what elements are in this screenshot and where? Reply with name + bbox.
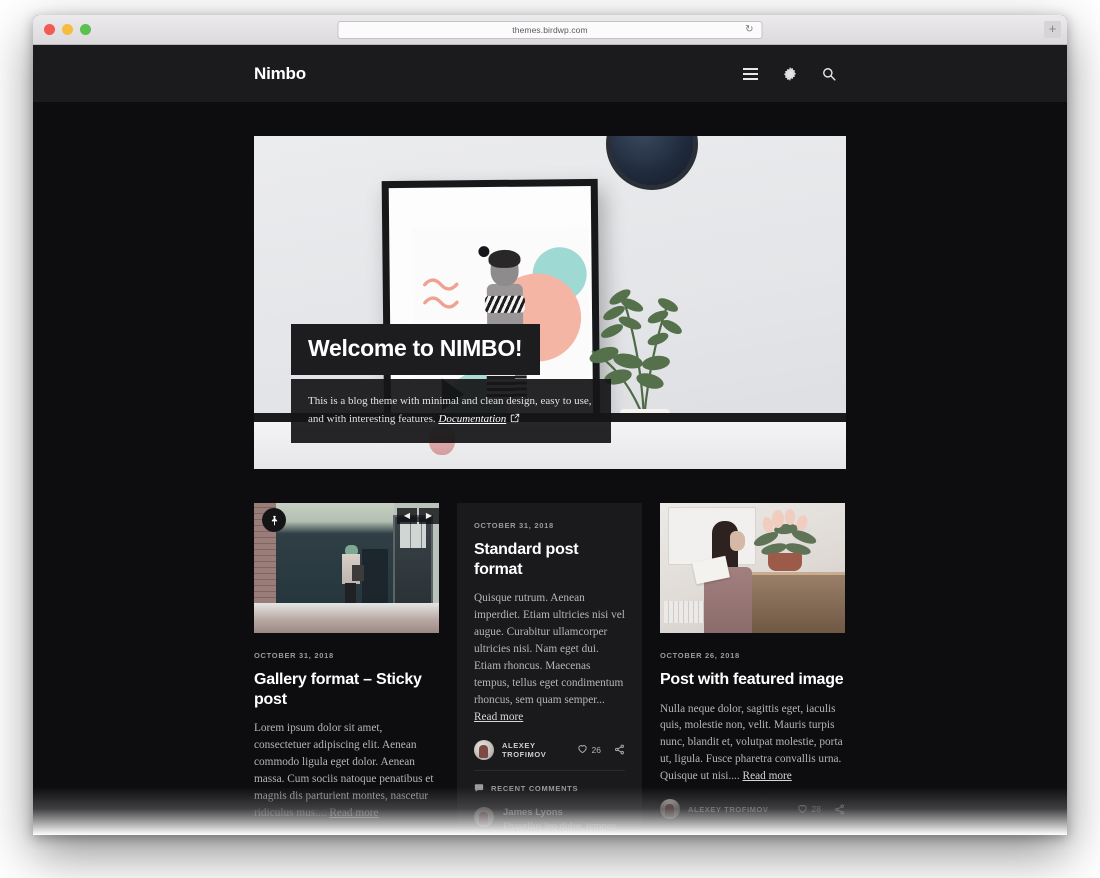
post-thumbnail[interactable]: ◀ ▶ bbox=[254, 503, 439, 633]
like-button[interactable]: 26 bbox=[577, 743, 601, 756]
featured-photo bbox=[660, 503, 845, 633]
post-meta: ALEXEY TROFIMOV 28 bbox=[660, 799, 845, 823]
recent-comments-section: RECENT COMMENTS James Lyons Phasellus le… bbox=[474, 769, 625, 835]
post-excerpt: Quisque rutrum. Aenean imperdiet. Etiam … bbox=[474, 590, 625, 726]
pushpin-icon bbox=[262, 508, 286, 532]
avatar bbox=[474, 806, 494, 827]
gear-icon[interactable] bbox=[783, 66, 797, 81]
heart-icon bbox=[577, 743, 588, 756]
comment-text: Phasellus leo dolor, tempus non, auctor … bbox=[503, 820, 616, 832]
post-card-gallery: ◀ ▶ OCTOBER 31, 2018 Gallery format – St… bbox=[254, 503, 439, 835]
post-date: OCTOBER 31, 2018 bbox=[474, 521, 554, 530]
page-viewport: Nimbo Welcome to NIMBO! This is a blog t… bbox=[33, 45, 1067, 835]
hero-description: This is a blog theme with minimal and cl… bbox=[291, 379, 611, 444]
close-window-button[interactable] bbox=[44, 24, 55, 35]
post-thumbnail[interactable] bbox=[660, 503, 845, 633]
read-more-link[interactable]: Read more bbox=[474, 711, 523, 723]
search-icon[interactable] bbox=[822, 67, 836, 81]
page-content: Welcome to NIMBO! This is a blog theme w… bbox=[33, 102, 1067, 835]
minimize-window-button[interactable] bbox=[62, 24, 73, 35]
hero-title: Welcome to NIMBO! bbox=[291, 324, 541, 375]
read-more-link[interactable]: Read more bbox=[743, 770, 792, 782]
recent-comments-heading: RECENT COMMENTS bbox=[474, 783, 625, 795]
flower-arrangement bbox=[752, 509, 820, 571]
read-more-link[interactable]: Read more bbox=[329, 807, 378, 819]
like-button[interactable]: 28 bbox=[797, 803, 821, 816]
browser-window: themes.birdwp.com ↻ + Nimbo Welcome to N… bbox=[33, 15, 1067, 835]
carousel-prev-button[interactable]: ◀ bbox=[397, 508, 417, 524]
site-header: Nimbo bbox=[33, 45, 1067, 102]
address-bar-url: themes.birdwp.com bbox=[512, 25, 588, 35]
post-excerpt: Lorem ipsum dolor sit amet, consectetuer… bbox=[254, 720, 439, 822]
post-author[interactable]: ALEXEY TROFIMOV bbox=[688, 805, 769, 814]
recent-comments-label: RECENT COMMENTS bbox=[491, 784, 579, 794]
post-excerpt: Nulla neque dolor, sagittis eget, iaculi… bbox=[660, 701, 845, 786]
comment-bubble-icon bbox=[474, 783, 484, 795]
comment-author[interactable]: James Lyons bbox=[503, 807, 625, 818]
maximize-window-button[interactable] bbox=[80, 24, 91, 35]
share-icon[interactable] bbox=[614, 744, 625, 755]
window-controls[interactable] bbox=[44, 24, 91, 35]
post-excerpt-text: Lorem ipsum dolor sit amet, consectetuer… bbox=[254, 722, 434, 819]
carousel-next-button[interactable]: ▶ bbox=[419, 508, 439, 524]
post-date: OCTOBER 26, 2018 bbox=[660, 651, 740, 660]
post-date: OCTOBER 31, 2018 bbox=[254, 651, 334, 660]
share-icon[interactable] bbox=[834, 804, 845, 815]
like-count: 26 bbox=[591, 744, 601, 755]
carousel-nav: ◀ ▶ bbox=[397, 508, 439, 524]
hero-banner: Welcome to NIMBO! This is a blog theme w… bbox=[254, 136, 846, 469]
comment-item: James Lyons Phasellus leo dolor, tempus … bbox=[474, 806, 625, 835]
post-author[interactable]: ALEXEY TROFIMOV bbox=[502, 741, 577, 759]
new-tab-button[interactable]: + bbox=[1044, 21, 1061, 38]
external-link-icon bbox=[510, 411, 520, 429]
reload-icon[interactable]: ↻ bbox=[745, 25, 753, 35]
post-grid: ◀ ▶ OCTOBER 31, 2018 Gallery format – St… bbox=[254, 503, 846, 835]
like-count: 28 bbox=[811, 804, 821, 815]
avatar bbox=[474, 739, 494, 760]
post-title[interactable]: Gallery format – Sticky post bbox=[254, 670, 439, 709]
heart-icon bbox=[797, 803, 808, 816]
post-title[interactable]: Standard post format bbox=[474, 540, 625, 579]
documentation-link[interactable]: Documentation bbox=[438, 413, 506, 425]
post-card-standard: OCTOBER 31, 2018 Standard post format Qu… bbox=[457, 503, 642, 835]
post-meta: ALEXEY TROFIMOV 26 bbox=[474, 739, 625, 764]
post-card-featured: OCTOBER 26, 2018 Post with featured imag… bbox=[660, 503, 845, 823]
header-icon-group bbox=[743, 66, 836, 81]
menu-icon[interactable] bbox=[743, 67, 758, 80]
browser-titlebar: themes.birdwp.com ↻ + bbox=[33, 15, 1067, 45]
address-bar[interactable]: themes.birdwp.com ↻ bbox=[337, 21, 763, 39]
post-title[interactable]: Post with featured image bbox=[660, 670, 845, 690]
site-logo[interactable]: Nimbo bbox=[254, 64, 306, 84]
avatar bbox=[660, 799, 680, 820]
post-excerpt-text: Quisque rutrum. Aenean imperdiet. Etiam … bbox=[474, 592, 625, 706]
